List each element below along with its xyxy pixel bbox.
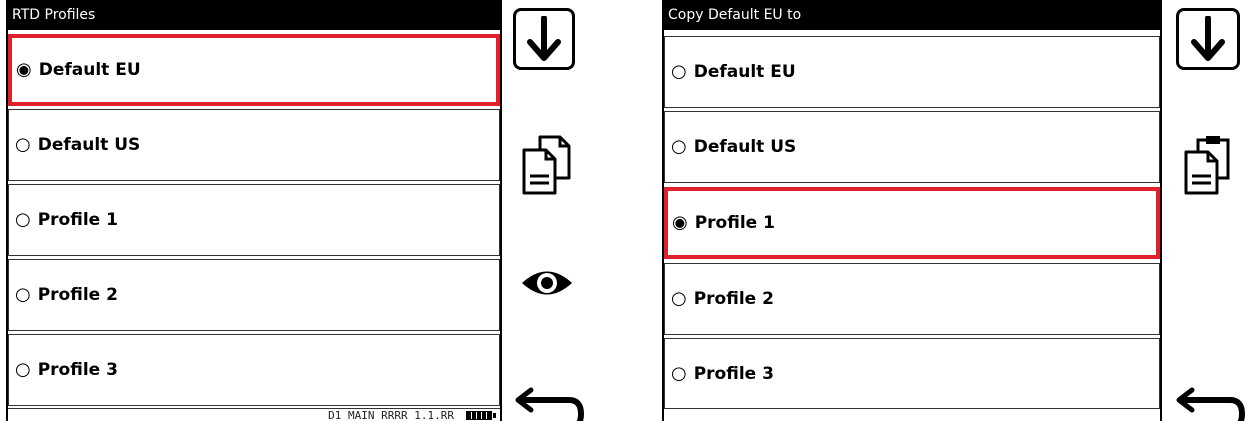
radio-empty-icon: ○ <box>671 136 687 157</box>
right-row-profile-2[interactable]: ○ Profile 2 <box>664 263 1160 335</box>
back-arrow-icon <box>515 387 585 421</box>
left-status-bar: D1 MAIN RRRR 1.1.RR <box>8 408 500 421</box>
copy-icon <box>522 135 571 195</box>
back-button[interactable] <box>1172 384 1248 421</box>
radio-empty-icon: ○ <box>15 284 31 305</box>
radio-empty-icon: ○ <box>15 209 31 230</box>
row-label: Default US <box>693 137 797 157</box>
left-row-profile-1[interactable]: ○ Profile 1 <box>8 184 500 256</box>
left-title-bar: RTD Profiles <box>8 0 500 30</box>
row-label: Default EU <box>38 60 141 80</box>
right-row-profile-3[interactable]: ○ Profile 3 <box>664 338 1160 410</box>
radio-empty-icon: ○ <box>15 134 31 155</box>
radio-empty-icon: ○ <box>671 288 687 309</box>
row-label: Default EU <box>693 62 796 82</box>
left-screen: RTD Profiles ◉ Default EU ○ Default US ○… <box>6 0 502 421</box>
right-screen: Copy Default EU to ○ Default EU ○ Defaul… <box>662 0 1162 421</box>
radio-empty-icon: ○ <box>671 363 687 384</box>
scroll-down-button[interactable] <box>1176 8 1240 70</box>
radio-selected-icon: ◉ <box>16 59 32 80</box>
arrow-down-icon <box>1191 16 1225 61</box>
paste-icon <box>1184 136 1230 195</box>
left-row-default-us[interactable]: ○ Default US <box>8 109 500 181</box>
status-text: D1 MAIN RRRR 1.1.RR <box>328 409 454 421</box>
row-label: Profile 2 <box>693 289 774 309</box>
right-row-profile-1[interactable]: ◉ Profile 1 <box>664 187 1160 259</box>
radio-empty-icon: ○ <box>671 61 687 82</box>
eye-icon <box>522 271 572 295</box>
row-label: Profile 1 <box>37 210 118 230</box>
right-title-bar: Copy Default EU to <box>664 0 1160 30</box>
back-button[interactable] <box>511 384 587 421</box>
battery-tip <box>493 413 496 418</box>
row-label: Profile 1 <box>694 213 775 233</box>
right-row-default-eu[interactable]: ○ Default EU <box>664 36 1160 108</box>
row-label: Default US <box>37 135 141 155</box>
left-row-profile-3[interactable]: ○ Profile 3 <box>8 334 500 406</box>
view-button[interactable] <box>516 262 578 304</box>
right-row-default-us[interactable]: ○ Default US <box>664 111 1160 183</box>
left-row-profile-2[interactable]: ○ Profile 2 <box>8 259 500 331</box>
right-status-bar <box>664 408 1160 421</box>
row-label: Profile 3 <box>37 360 118 380</box>
left-row-default-eu[interactable]: ◉ Default EU <box>8 34 500 106</box>
paste-button[interactable] <box>1178 128 1238 200</box>
back-arrow-icon <box>1176 387 1246 421</box>
row-label: Profile 2 <box>37 285 118 305</box>
scroll-down-button[interactable] <box>513 8 575 70</box>
row-label: Profile 3 <box>693 364 774 384</box>
radio-selected-icon: ◉ <box>672 212 688 233</box>
copy-button[interactable] <box>516 130 576 200</box>
radio-empty-icon: ○ <box>15 359 31 380</box>
arrow-down-icon <box>527 16 561 61</box>
battery-icon <box>466 411 492 420</box>
